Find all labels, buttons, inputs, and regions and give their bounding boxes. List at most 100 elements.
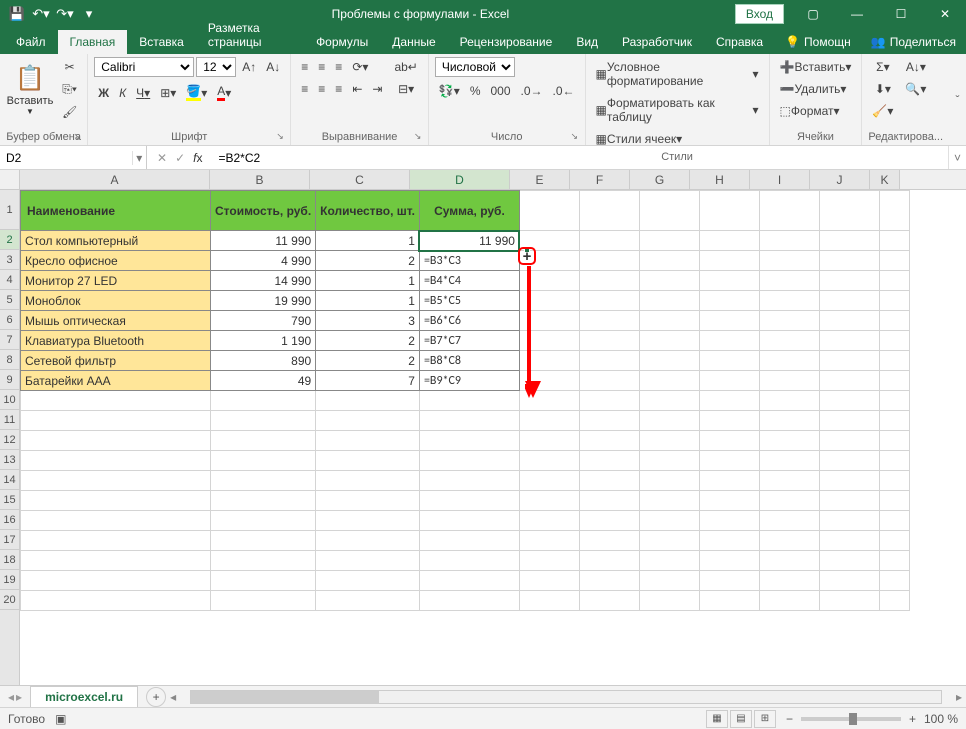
cell-E13[interactable] xyxy=(519,451,579,471)
accounting-format-icon[interactable]: 💱▾ xyxy=(435,81,464,101)
cell-K9[interactable] xyxy=(879,371,909,391)
tab-file[interactable]: Файл xyxy=(4,30,58,54)
row-header-15[interactable]: 15 xyxy=(0,490,19,510)
cell-I8[interactable] xyxy=(759,351,819,371)
cell-I7[interactable] xyxy=(759,331,819,351)
cell-I14[interactable] xyxy=(759,471,819,491)
cell-G2[interactable] xyxy=(639,231,699,251)
cell-J12[interactable] xyxy=(819,431,879,451)
cell-F6[interactable] xyxy=(579,311,639,331)
cell-J19[interactable] xyxy=(819,571,879,591)
cell-D14[interactable] xyxy=(419,471,519,491)
cell-D4[interactable]: =B4*C4 xyxy=(419,271,519,291)
page-break-view-icon[interactable]: ⊞ xyxy=(754,710,776,728)
cell-B9[interactable]: 49 xyxy=(211,371,316,391)
cell-F19[interactable] xyxy=(579,571,639,591)
cell-J15[interactable] xyxy=(819,491,879,511)
cell-C3[interactable]: 2 xyxy=(316,251,420,271)
cell-D15[interactable] xyxy=(419,491,519,511)
cell-E17[interactable] xyxy=(519,531,579,551)
row-header-4[interactable]: 4 xyxy=(0,270,19,290)
cell-G12[interactable] xyxy=(639,431,699,451)
row-header-20[interactable]: 20 xyxy=(0,590,19,610)
cell-D8[interactable]: =B8*C8 xyxy=(419,351,519,371)
cell-H6[interactable] xyxy=(699,311,759,331)
cell-H14[interactable] xyxy=(699,471,759,491)
cell-F10[interactable] xyxy=(579,391,639,411)
qat-dropdown-icon[interactable]: ▾ xyxy=(80,5,98,23)
sheet-tab[interactable]: microexcel.ru xyxy=(30,686,138,707)
cell-B2[interactable]: 11 990 xyxy=(211,231,316,251)
cell-F1[interactable] xyxy=(579,191,639,231)
cell-I10[interactable] xyxy=(759,391,819,411)
align-launcher-icon[interactable]: ↘ xyxy=(414,131,425,142)
cell-E20[interactable] xyxy=(519,591,579,611)
cell-J7[interactable] xyxy=(819,331,879,351)
cell-J2[interactable] xyxy=(819,231,879,251)
cell-C1[interactable]: Количество, шт. xyxy=(316,191,420,231)
zoom-slider[interactable] xyxy=(801,717,901,721)
conditional-formatting-button[interactable]: ▦ Условное форматирование ▾ xyxy=(592,57,763,91)
cell-A7[interactable]: Клавиатура Bluetooth xyxy=(21,331,211,351)
cell-I13[interactable] xyxy=(759,451,819,471)
cell-D2[interactable]: 11 990 xyxy=(419,231,519,251)
cell-I1[interactable] xyxy=(759,191,819,231)
insert-cells-button[interactable]: ➕ Вставить ▾ xyxy=(776,57,856,77)
cell-B4[interactable]: 14 990 xyxy=(211,271,316,291)
cell-D16[interactable] xyxy=(419,511,519,531)
cell-D9[interactable]: =B9*C9 xyxy=(419,371,519,391)
cell-C17[interactable] xyxy=(316,531,420,551)
cell-E1[interactable] xyxy=(519,191,579,231)
cell-A16[interactable] xyxy=(21,511,211,531)
row-header-9[interactable]: 9 xyxy=(0,370,19,390)
cell-D12[interactable] xyxy=(419,431,519,451)
cell-H3[interactable] xyxy=(699,251,759,271)
cell-H13[interactable] xyxy=(699,451,759,471)
maximize-icon[interactable]: ☐ xyxy=(880,0,922,28)
tab-data[interactable]: Данные xyxy=(380,30,447,54)
cell-J20[interactable] xyxy=(819,591,879,611)
cell-I4[interactable] xyxy=(759,271,819,291)
cell-F15[interactable] xyxy=(579,491,639,511)
cell-I11[interactable] xyxy=(759,411,819,431)
align-right-icon[interactable]: ≡ xyxy=(331,79,346,99)
cell-B15[interactable] xyxy=(211,491,316,511)
cell-C5[interactable]: 1 xyxy=(316,291,420,311)
clear-button[interactable]: 🧹▾ xyxy=(868,101,897,121)
cell-G13[interactable] xyxy=(639,451,699,471)
cell-H18[interactable] xyxy=(699,551,759,571)
tab-insert[interactable]: Вставка xyxy=(127,30,196,54)
increase-font-icon[interactable]: A↑ xyxy=(238,57,260,77)
column-header-H[interactable]: H xyxy=(690,170,750,189)
cell-G3[interactable] xyxy=(639,251,699,271)
cell-C12[interactable] xyxy=(316,431,420,451)
cell-B10[interactable] xyxy=(211,391,316,411)
indent-decrease-icon[interactable]: ⇤ xyxy=(348,79,366,99)
macro-record-icon[interactable]: ▣ xyxy=(55,712,66,726)
scroll-left-icon[interactable]: ◂ xyxy=(170,690,176,704)
column-header-G[interactable]: G xyxy=(630,170,690,189)
cell-C7[interactable]: 2 xyxy=(316,331,420,351)
cell-K18[interactable] xyxy=(879,551,909,571)
cell-F18[interactable] xyxy=(579,551,639,571)
cell-K12[interactable] xyxy=(879,431,909,451)
cell-A11[interactable] xyxy=(21,411,211,431)
cell-I16[interactable] xyxy=(759,511,819,531)
cell-K14[interactable] xyxy=(879,471,909,491)
cell-G10[interactable] xyxy=(639,391,699,411)
column-header-D[interactable]: D xyxy=(410,170,510,189)
cell-F8[interactable] xyxy=(579,351,639,371)
scroll-right-icon[interactable]: ▸ xyxy=(956,690,962,704)
tab-help[interactable]: Справка xyxy=(704,30,775,54)
format-as-table-button[interactable]: ▦ Форматировать как таблицу ▾ xyxy=(592,93,763,127)
font-name-select[interactable]: Calibri xyxy=(94,57,194,77)
cell-I5[interactable] xyxy=(759,291,819,311)
cell-G17[interactable] xyxy=(639,531,699,551)
cell-A10[interactable] xyxy=(21,391,211,411)
cell-B18[interactable] xyxy=(211,551,316,571)
cell-G18[interactable] xyxy=(639,551,699,571)
cell-K3[interactable] xyxy=(879,251,909,271)
tab-layout[interactable]: Разметка страницы xyxy=(196,16,304,54)
cell-E15[interactable] xyxy=(519,491,579,511)
collapse-ribbon-icon[interactable]: ˇ xyxy=(949,54,966,145)
